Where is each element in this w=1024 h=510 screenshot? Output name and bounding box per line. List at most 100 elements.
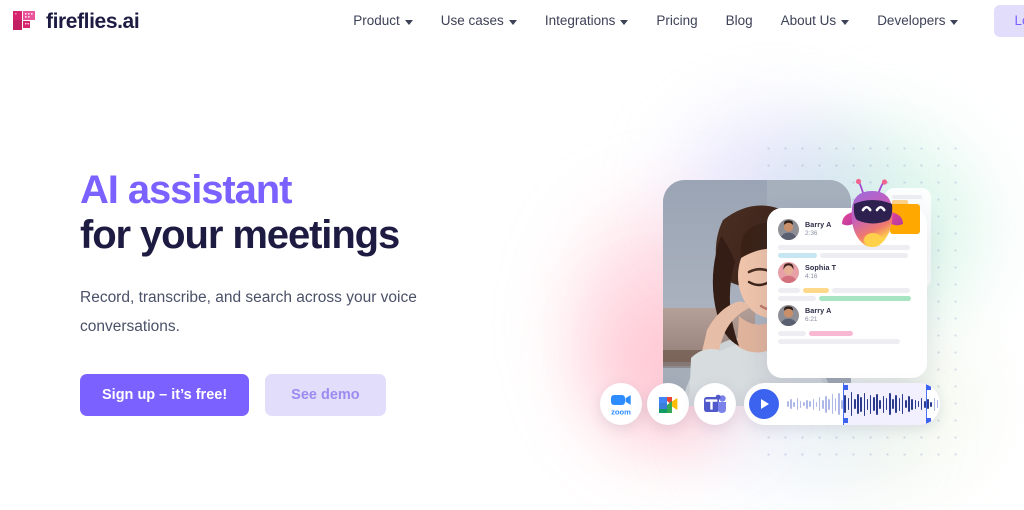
text-bar xyxy=(778,296,816,301)
nav-item-about-us[interactable]: About Us xyxy=(767,8,864,34)
waveform-bar xyxy=(787,401,789,407)
nav-item-blog[interactable]: Blog xyxy=(712,8,767,34)
waveform-bar xyxy=(892,399,894,409)
waveform-bar xyxy=(831,394,834,414)
waveform-bar xyxy=(901,394,904,414)
google-meet-icon[interactable] xyxy=(647,383,689,425)
waveform-bar xyxy=(825,395,827,413)
waveform-bar xyxy=(809,401,811,407)
chevron-down-icon xyxy=(841,19,850,25)
audio-player[interactable] xyxy=(744,383,940,425)
nav-item-integrations[interactable]: Integrations xyxy=(531,8,643,34)
waveform-bar xyxy=(799,400,802,408)
signup-button[interactable]: Sign up – it’s free! xyxy=(80,373,250,417)
waveform-bar xyxy=(917,401,920,407)
waveform-bar xyxy=(818,397,821,411)
highlighted-text-bar xyxy=(819,296,911,301)
highlighted-text-bar xyxy=(803,288,829,293)
svg-text:zoom: zoom xyxy=(611,408,631,417)
waveform-bar xyxy=(812,398,815,410)
waveform-bar xyxy=(822,399,824,409)
waveform-bar xyxy=(869,394,872,414)
waveform-bar xyxy=(841,399,843,409)
transcript-row[interactable]: Barry A 6:21 xyxy=(778,305,916,344)
fireflies-pixel-logo-icon xyxy=(12,8,38,34)
waveform-bar xyxy=(911,398,913,410)
avatar xyxy=(778,219,799,240)
login-button[interactable]: Login xyxy=(994,5,1024,37)
hero-copy-block: AI assistant for your meetings Record, t… xyxy=(80,168,550,417)
text-line xyxy=(778,296,916,301)
transcript-row-header: Barry A 6:21 xyxy=(778,305,916,326)
text-bar xyxy=(820,253,908,258)
chevron-down-icon xyxy=(404,19,413,25)
chevron-down-icon xyxy=(950,19,959,25)
speaker-name: Barry A xyxy=(805,306,832,316)
selection-handle[interactable] xyxy=(843,418,849,423)
hero-illustration: Barry A 2:36 Sophia T 4:16 Barry A 6:21 … xyxy=(575,113,980,488)
highlighted-text-bar xyxy=(809,331,853,336)
waveform-bar xyxy=(885,398,888,410)
transcript-row-meta: Barry A 6:21 xyxy=(805,306,832,324)
waveform-bar xyxy=(936,400,939,408)
nav-item-developers[interactable]: Developers xyxy=(863,8,972,34)
waveform-bar xyxy=(853,399,856,409)
waveform-bar xyxy=(908,396,910,412)
waveform-bar xyxy=(898,397,901,411)
waveform-bar xyxy=(796,398,799,410)
see-demo-button[interactable]: See demo xyxy=(265,373,386,417)
nav-item-product[interactable]: Product xyxy=(339,8,427,34)
text-bar xyxy=(778,339,900,344)
waveform-bar xyxy=(838,393,840,415)
speaker-name: Sophia T xyxy=(805,263,837,273)
nav-item-product-label: Product xyxy=(353,13,400,29)
avatar xyxy=(778,262,799,283)
selection-handle[interactable] xyxy=(843,385,849,390)
transcript-row[interactable]: Sophia T 4:16 xyxy=(778,262,916,301)
waveform-bar xyxy=(889,393,891,415)
timestamp: 4:16 xyxy=(805,273,818,281)
waveform-bar xyxy=(933,397,936,411)
nav-item-pricing-label: Pricing xyxy=(656,13,698,29)
nav-item-pricing[interactable]: Pricing xyxy=(642,8,711,34)
text-bar xyxy=(778,331,806,336)
waveform-bar xyxy=(895,395,897,413)
text-bar xyxy=(778,288,800,293)
headline-line-2: for your meetings xyxy=(80,213,400,258)
transcript-row-meta: Sophia T 4:16 xyxy=(805,263,837,281)
top-navigation-bar: fireflies.ai Product Use cases Integrati… xyxy=(0,0,1024,42)
waveform-bar xyxy=(876,393,878,415)
microsoft-teams-icon[interactable] xyxy=(694,383,736,425)
hero-subheadline: Record, transcribe, and search across yo… xyxy=(80,289,417,336)
zoom-icon[interactable]: zoom xyxy=(600,383,642,425)
fireflies-robot-mascot xyxy=(842,178,906,248)
selection-handle[interactable] xyxy=(925,385,931,390)
waveform-bar xyxy=(828,398,831,410)
text-line xyxy=(778,253,916,258)
landing-page: fireflies.ai Product Use cases Integrati… xyxy=(0,0,1024,510)
waveform-bar xyxy=(879,399,882,409)
audio-waveform[interactable] xyxy=(787,383,940,425)
waveform-bar xyxy=(834,397,837,411)
transcript-row-meta: Barry A 2:36 xyxy=(805,220,831,238)
waveform-bar xyxy=(914,399,917,409)
waveform-bar xyxy=(866,398,869,410)
headline-line-1: AI assistant xyxy=(80,168,292,212)
waveform-bar xyxy=(920,398,923,410)
waveform-bar xyxy=(790,399,792,409)
nav-item-use-cases[interactable]: Use cases xyxy=(427,8,531,34)
text-line xyxy=(778,331,916,336)
brand-logo-link[interactable]: fireflies.ai xyxy=(12,8,140,34)
waveform-bar xyxy=(863,392,866,416)
brand-wordmark: fireflies.ai xyxy=(46,9,140,33)
waveform-bar xyxy=(873,397,875,411)
chevron-down-icon xyxy=(508,19,517,25)
timestamp: 2:36 xyxy=(805,230,818,238)
page-title: AI assistant for your meetings xyxy=(80,168,550,258)
waveform-bar xyxy=(802,402,805,406)
play-button[interactable] xyxy=(749,389,779,419)
waveform-bar xyxy=(930,401,933,407)
transcript-text-placeholder xyxy=(778,331,916,344)
selection-handle[interactable] xyxy=(925,418,931,423)
transcript-text-placeholder xyxy=(778,288,916,301)
